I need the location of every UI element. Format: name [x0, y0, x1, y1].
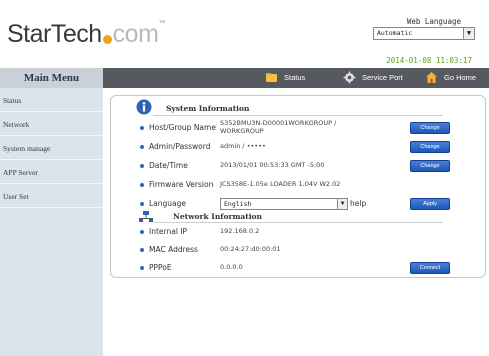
- pppoe-label: PPPoE: [149, 263, 172, 272]
- info-panel: System Information Host/Group Name S352B…: [110, 95, 486, 278]
- nav-go-home-label: Go Home: [444, 73, 477, 82]
- bullet-icon: [140, 183, 144, 187]
- network-info-divider: [153, 222, 443, 223]
- host-group-value-line1: S352BMU3N-D00001WORKGROUP /: [220, 119, 337, 127]
- system-info-title: System Information: [166, 104, 250, 113]
- bullet-icon: [140, 164, 144, 168]
- connect-pppoe-button[interactable]: Connect: [410, 262, 450, 274]
- gear-icon: [343, 71, 356, 84]
- logo-trademark: ™: [158, 20, 165, 27]
- web-language-label: Web Language: [406, 17, 461, 26]
- bullet-icon: [140, 202, 144, 206]
- language-select-value: English: [224, 200, 252, 208]
- main-menu-title: Main Menu: [0, 68, 103, 88]
- date-time-label: Date/Time: [149, 161, 188, 170]
- bullet-icon: [140, 126, 144, 130]
- home-icon: [426, 72, 437, 83]
- language-help-link[interactable]: help: [350, 199, 366, 208]
- host-group-label: Host/Group Name: [149, 123, 216, 132]
- web-language-select[interactable]: Automatic ▼: [373, 27, 475, 40]
- internal-ip-value: 192.168.0.2: [220, 227, 260, 235]
- sidebar-item-status[interactable]: Status: [0, 90, 103, 112]
- chevron-down-icon[interactable]: ▼: [337, 199, 347, 209]
- sidebar: Status Network System manage APP Server …: [0, 88, 103, 356]
- change-admin-password-button[interactable]: Change: [410, 141, 450, 153]
- mac-address-value: 00:24:27:d0:00:01: [220, 245, 281, 253]
- current-datetime: 2014-01-08 11:03:17: [386, 56, 472, 65]
- chevron-down-icon[interactable]: ▼: [463, 28, 474, 39]
- internal-ip-label: Internal IP: [149, 227, 188, 236]
- change-date-time-button[interactable]: Change: [410, 160, 450, 172]
- sidebar-item-user-set[interactable]: User Set: [0, 186, 103, 208]
- bullet-icon: [140, 230, 144, 234]
- bullet-icon: [140, 248, 144, 252]
- nav-status-label: Status: [284, 73, 306, 82]
- firmware-version-value: JCS358E-1.05e LOADER 1.04V W2.02: [220, 180, 341, 188]
- network-info-title: Network Information: [173, 212, 263, 221]
- header: StarTech com™ Web Language Automatic ▼ 20…: [0, 0, 489, 68]
- bullet-icon: [140, 266, 144, 270]
- web-language-value: Automatic: [377, 29, 413, 37]
- network-icon: [139, 211, 153, 222]
- date-time-value: 2013/01/01 00:53:33 GMT -5:00: [220, 161, 325, 169]
- top-nav-bar: Status Service Port Go Home: [103, 68, 489, 88]
- language-label: Language: [149, 199, 187, 208]
- system-info-divider: [153, 115, 443, 116]
- info-icon: [136, 99, 152, 115]
- logo-text-dark: StarTech: [7, 20, 102, 48]
- language-select[interactable]: English ▼: [220, 198, 348, 210]
- admin-password-value: admin / •••••: [220, 142, 266, 150]
- firmware-version-label: Firmware Version: [149, 180, 214, 189]
- logo-text-light: com: [112, 20, 159, 48]
- apply-language-button[interactable]: Apply: [410, 198, 450, 210]
- mac-address-label: MAC Address: [149, 245, 198, 254]
- sidebar-item-network[interactable]: Network: [0, 114, 103, 136]
- folder-icon: [266, 73, 277, 82]
- sidebar-item-system-manage[interactable]: System manage: [0, 138, 103, 160]
- host-group-value-line2: WORKGROUP: [220, 127, 264, 135]
- sidebar-item-app-server[interactable]: APP Server: [0, 162, 103, 184]
- pppoe-value: 0.0.0.0: [220, 263, 243, 271]
- nav-service-port-label: Service Port: [362, 73, 403, 82]
- startech-logo: StarTech com™: [7, 20, 165, 49]
- change-host-group-button[interactable]: Change: [410, 122, 450, 134]
- admin-password-label: Admin/Password: [149, 142, 211, 151]
- logo-dot: [102, 35, 112, 44]
- bullet-icon: [140, 145, 144, 149]
